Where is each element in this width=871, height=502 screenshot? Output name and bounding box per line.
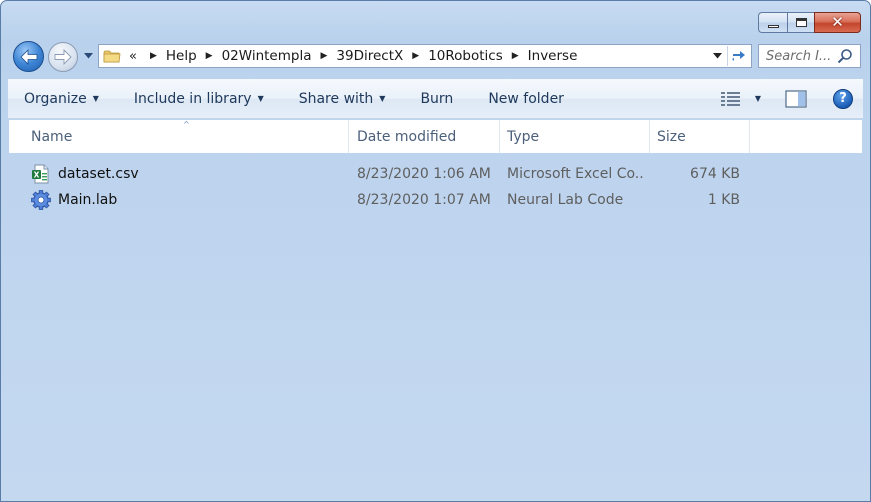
file-size: 674 KB [690,166,740,182]
chevron-down-icon: ▼ [754,94,761,103]
help-button[interactable]: ? [833,88,853,109]
file-row[interactable]: Main.lab 8/23/2020 1:07 AM Neural Lab Co… [9,187,862,213]
navigation-bar: « ▶ Help ▶ 02Wintempla ▶ 39DirectX ▶ 10R… [10,40,861,72]
file-row[interactable]: X dataset.csv 8/23/2020 1:06 AM Microsof… [9,161,862,187]
minimize-button[interactable] [758,12,787,33]
preview-pane-button[interactable] [785,89,807,108]
close-button[interactable]: ✕ [814,12,861,33]
toolbar-right-group: ▼ ? [720,79,853,118]
chevron-down-icon [83,53,93,59]
maximize-icon [795,18,807,27]
burn-button[interactable]: Burn [394,79,462,118]
back-button[interactable] [13,41,44,72]
share-with-label: Share with [298,90,374,107]
column-header-size-label: Size [657,128,686,145]
include-in-library-button[interactable]: Include in library ▼ [108,79,273,118]
maximize-button[interactable] [787,12,814,33]
breadcrumb-item[interactable]: 10Robotics [426,48,505,64]
chevron-down-icon: ▼ [257,94,264,103]
column-header-date-modified[interactable]: Date modified [349,120,499,153]
share-with-button[interactable]: Share with ▼ [273,79,395,118]
breadcrumb-separator-icon[interactable]: ▶ [505,51,526,61]
minimize-icon [767,24,779,28]
file-size: 1 KB [707,192,740,208]
gear-file-icon [31,190,51,210]
svg-text:X: X [34,171,40,180]
refresh-button[interactable] [727,46,749,66]
breadcrumb-separator-icon[interactable]: ▶ [143,51,164,61]
organize-button[interactable]: Organize ▼ [8,79,108,118]
search-icon[interactable] [837,48,853,64]
file-name-cell: Main.lab [31,187,351,213]
excel-file-icon: X [32,164,49,184]
folder-icon [103,50,121,63]
file-name: Main.lab [58,192,118,208]
preview-pane-icon [785,89,807,108]
file-date: 8/23/2020 1:06 AM [357,166,491,182]
file-date: 8/23/2020 1:07 AM [357,192,491,208]
back-arrow-icon [19,48,37,65]
chevron-down-icon: ▼ [92,94,99,103]
sort-ascending-icon: ^ [183,120,190,129]
refresh-icon [731,51,745,61]
file-name-cell: X dataset.csv [31,161,351,187]
breadcrumb-item[interactable]: Help [164,48,199,64]
close-icon: ✕ [831,13,844,31]
recent-pages-button[interactable] [82,50,94,62]
view-details-icon [720,91,740,106]
caption-buttons: ✕ [758,12,861,33]
column-header: Name ^ Date modified Type Size [9,120,862,153]
breadcrumb-item[interactable]: Inverse [526,48,580,64]
column-header-type[interactable]: Type [499,120,649,153]
file-type: Neural Lab Code [507,192,624,208]
breadcrumb-item[interactable]: 39DirectX [334,48,405,64]
column-divider[interactable] [749,120,750,153]
change-view-button[interactable]: ▼ [720,91,761,107]
breadcrumb-overflow-button[interactable]: « [127,49,143,64]
chevron-down-icon: ▼ [379,94,386,103]
explorer-window: ✕ « ▶ Help ▶ 02Wintempla ▶ 39DirectX ▶ 1… [0,0,871,502]
command-bar: Organize ▼ Include in library ▼ Share wi… [8,79,863,119]
breadcrumb-separator-icon[interactable]: ▶ [313,51,334,61]
address-bar[interactable]: « ▶ Help ▶ 02Wintempla ▶ 39DirectX ▶ 10R… [98,44,752,68]
new-folder-button[interactable]: New folder [462,79,573,118]
organize-label: Organize [24,90,87,107]
include-in-library-label: Include in library [133,90,252,107]
forward-button[interactable] [48,42,78,72]
breadcrumb-separator-icon[interactable]: ▶ [199,51,220,61]
new-folder-label: New folder [488,90,564,107]
column-header-size[interactable]: Size [649,120,749,153]
file-list: X dataset.csv 8/23/2020 1:06 AM Microsof… [9,161,862,213]
address-dropdown-button[interactable] [709,45,725,67]
column-header-date-label: Date modified [357,128,457,145]
forward-arrow-icon [54,49,72,65]
file-type: Microsoft Excel Co... [507,166,643,182]
column-header-type-label: Type [507,128,540,145]
search-box [758,44,861,68]
breadcrumb: ▶ Help ▶ 02Wintempla ▶ 39DirectX ▶ 10Rob… [143,45,579,67]
file-name: dataset.csv [58,166,139,182]
breadcrumb-separator-icon[interactable]: ▶ [405,51,426,61]
breadcrumb-item[interactable]: 02Wintempla [220,48,314,64]
burn-label: Burn [420,90,454,107]
chevron-down-icon [712,53,722,59]
column-header-name-label: Name [31,128,73,145]
help-icon: ? [839,91,847,106]
search-input[interactable] [759,46,837,66]
